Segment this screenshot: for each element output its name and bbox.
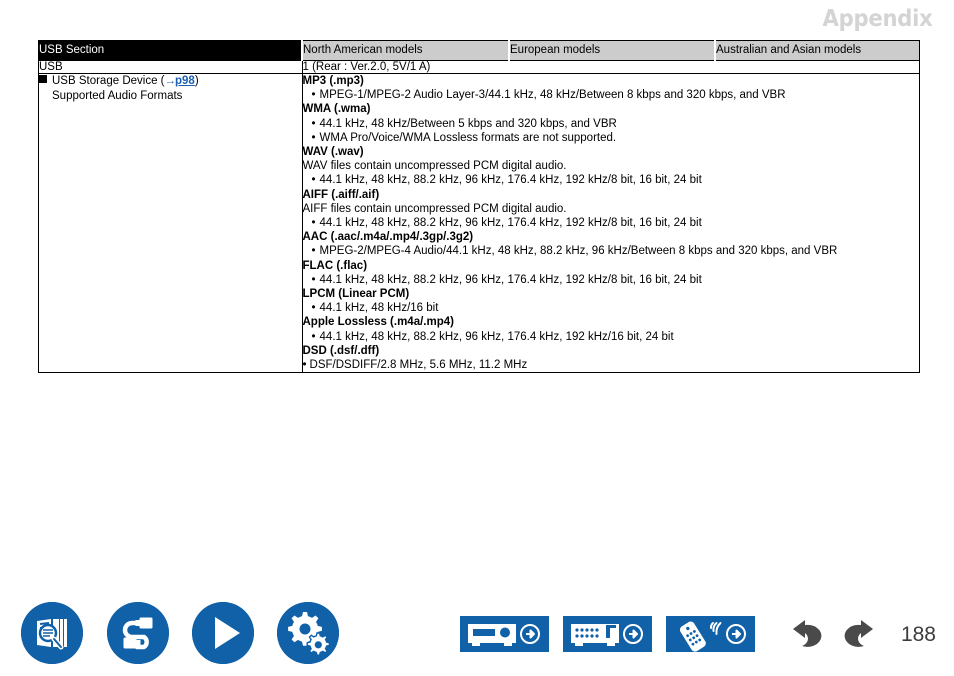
- format-spec: MPEG-2/MPEG-4 Audio/44.1 kHz, 48 kHz, 88…: [303, 244, 920, 258]
- page-number: 188: [900, 623, 936, 646]
- format-title: LPCM (Linear PCM): [302, 288, 410, 301]
- contents-search-icon: [21, 602, 83, 664]
- format-spec: DSF/DSDIFF/2.8 MHz, 5.6 MHz, 11.2 MHz: [303, 358, 920, 372]
- setup-icon: [277, 602, 339, 664]
- rear-panel-icon: [563, 616, 652, 652]
- format-spec: 44.1 kHz, 48 kHz/16 bit: [303, 301, 920, 315]
- format-title: Apple Lossless (.m4a/.mp4): [302, 316, 454, 329]
- remote-control-icon: [666, 616, 755, 652]
- format-title: WMA (.wma): [302, 103, 371, 116]
- format-title: MP3 (.mp3): [302, 75, 364, 87]
- table-header-row: USB Section North American models Europe…: [38, 40, 920, 61]
- formats-list: MP3 (.mp3)MPEG-1/MPEG-2 Audio Layer-3/44…: [303, 74, 920, 372]
- remote-control-button[interactable]: [666, 616, 755, 652]
- rear-panel-button[interactable]: [563, 616, 652, 652]
- format-title: AAC (.aac/.m4a/.mp4/.3gp/.3g2): [302, 231, 474, 244]
- forward-button[interactable]: [836, 616, 878, 652]
- row-value-usb: 1 (Rear : Ver.2.0, 5V/1 A): [301, 60, 920, 74]
- square-bullet-icon: [39, 75, 47, 83]
- format-spec: MPEG-1/MPEG-2 Audio Layer-3/44.1 kHz, 48…: [303, 88, 920, 102]
- arrow-right-icon: →: [164, 75, 176, 87]
- format-title: AIFF (.aiff/.aif): [302, 188, 380, 201]
- playback-icon: [192, 602, 254, 664]
- column-header-usb-section: USB Section: [38, 40, 303, 61]
- format-spec: WMA Pro/Voice/WMA Lossless formats are n…: [303, 131, 920, 145]
- usb-section-table: USB Section North American models Europe…: [38, 40, 920, 374]
- page-link-p98[interactable]: p98: [175, 75, 195, 87]
- device-label-text: USB Storage Device (: [52, 75, 165, 87]
- supported-audio-formats-cell: MP3 (.mp3)MPEG-1/MPEG-2 Audio Layer-3/44…: [301, 72, 920, 374]
- format-title: WAV (.wav): [302, 146, 364, 159]
- format-note: AIFF files contain uncompressed PCM digi…: [302, 202, 567, 215]
- connections-button[interactable]: [107, 602, 169, 664]
- table-row: USB Storage Device (→p98) Supported Audi…: [38, 72, 920, 374]
- format-spec: 44.1 kHz, 48 kHz, 88.2 kHz, 96 kHz, 176.…: [303, 273, 920, 287]
- back-button[interactable]: [788, 616, 830, 652]
- playback-button[interactable]: [192, 602, 254, 664]
- format-spec: 44.1 kHz, 48 kHz, 88.2 kHz, 96 kHz, 176.…: [303, 216, 920, 230]
- bottom-navigation-bar: 188: [0, 598, 954, 676]
- column-header-australian-asian: Australian and Asian models: [714, 40, 920, 61]
- row-label-usb: USB: [38, 60, 303, 74]
- format-spec: 44.1 kHz, 48 kHz/Between 5 kbps and 320 …: [303, 117, 920, 131]
- back-icon: [793, 620, 822, 647]
- device-label-subtext: Supported Audio Formats: [52, 90, 183, 102]
- format-spec: 44.1 kHz, 48 kHz, 88.2 kHz, 96 kHz, 176.…: [303, 330, 920, 344]
- format-title: FLAC (.flac): [302, 259, 368, 272]
- setup-button[interactable]: [277, 602, 339, 664]
- format-spec: 44.1 kHz, 48 kHz, 88.2 kHz, 96 kHz, 176.…: [303, 173, 920, 187]
- page-title: Appendix: [822, 6, 932, 32]
- format-title: DSD (.dsf/.dff): [302, 344, 380, 357]
- front-panel-button[interactable]: [460, 616, 549, 652]
- contents-search-button[interactable]: [21, 602, 83, 664]
- table-row: USB 1 (Rear : Ver.2.0, 5V/1 A): [38, 60, 920, 74]
- column-header-european: European models: [508, 40, 716, 61]
- row-label-usb-storage-device: USB Storage Device (→p98) Supported Audi…: [38, 72, 303, 374]
- format-note: WAV files contain uncompressed PCM digit…: [302, 160, 567, 173]
- connections-icon: [107, 602, 169, 664]
- column-header-north-american: North American models: [301, 40, 510, 61]
- forward-icon: [844, 620, 873, 647]
- device-label-paren: ): [194, 75, 199, 87]
- front-panel-icon: [460, 616, 549, 652]
